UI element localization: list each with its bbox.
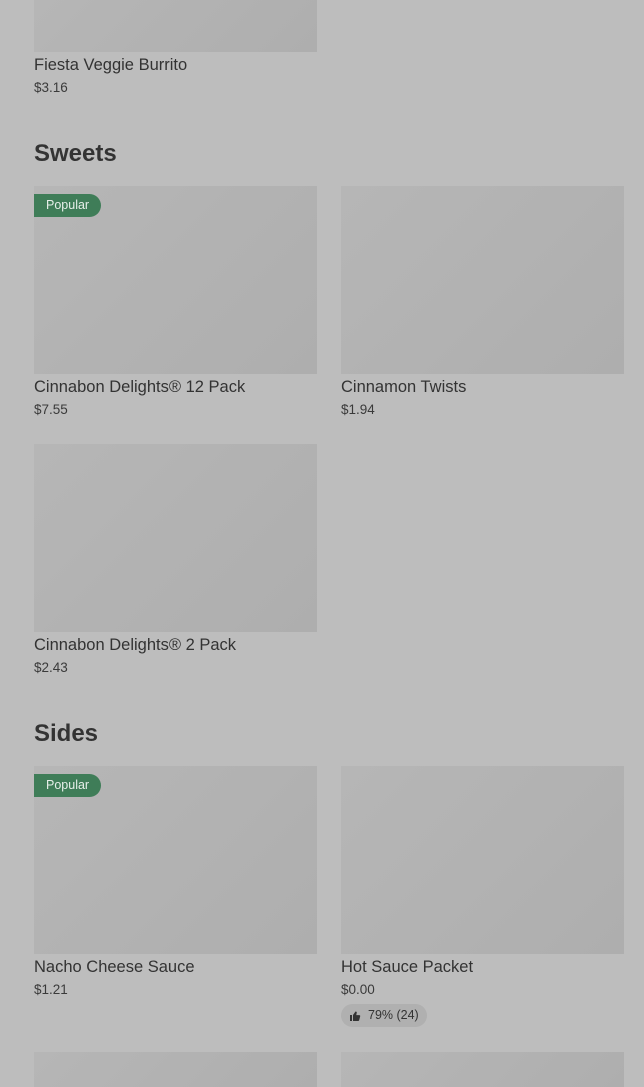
item-image[interactable] [34,1052,317,1087]
item-name: Cinnabon Delights® 2 Pack [34,636,237,654]
item-image[interactable] [34,0,317,52]
menu-page: Fiesta Veggie Burrito $3.16 Sweets Popul… [0,0,644,1087]
item-name: Hot Sauce Packet [341,958,474,976]
item-price: $7.55 [34,402,68,417]
item-price: $1.94 [341,402,375,417]
item-image[interactable] [341,766,624,954]
thumbs-up-icon [350,1011,361,1021]
item-price: $0.00 [341,982,375,997]
item-image[interactable] [341,186,624,374]
popular-badge: Popular [34,774,102,797]
item-name: Cinnamon Twists [341,378,467,396]
item-price: $3.16 [34,80,68,95]
item-price: $2.43 [34,660,68,675]
item-name: Nacho Cheese Sauce [34,958,195,976]
item-price: $1.21 [34,982,68,997]
item-name: Fiesta Veggie Burrito [34,56,188,74]
rating-text: 79% (24) [368,1008,419,1022]
section-heading-sweets: Sweets [34,140,117,167]
rating-badge: 79% (24) [341,1004,427,1027]
item-image[interactable] [341,1052,624,1087]
popular-badge: Popular [34,194,102,217]
item-name: Cinnabon Delights® 12 Pack [34,378,246,396]
section-heading-sides: Sides [34,720,99,747]
item-image[interactable] [34,444,317,632]
